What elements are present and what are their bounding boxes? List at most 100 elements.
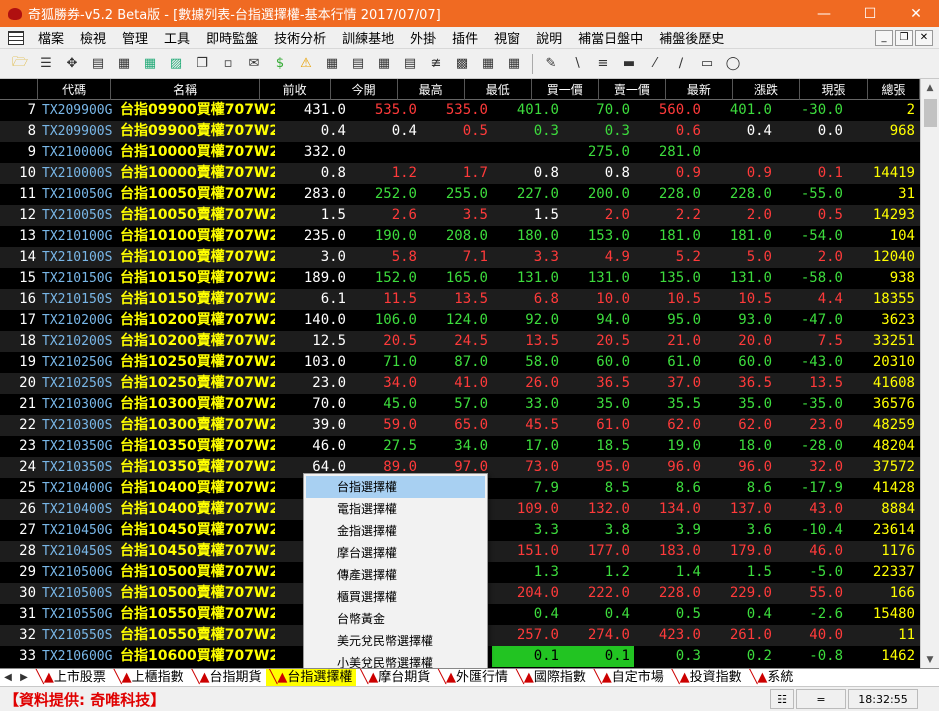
table-row[interactable]: 11 TX210050G 台指10050買權707W2 283.0 252.0 255.0…: [0, 184, 920, 205]
line-width-icon[interactable]: ▬: [619, 55, 639, 73]
market-tab[interactable]: ╲▲國際指數: [512, 669, 590, 687]
menu-item[interactable]: 補盤後歷史: [651, 28, 732, 47]
tab-scroll-left-icon[interactable]: ◀: [0, 672, 16, 683]
move-icon[interactable]: ✥: [62, 55, 82, 73]
popup-menu-item[interactable]: 摩台選擇權: [304, 542, 487, 564]
document-icon[interactable]: ▫: [218, 55, 238, 73]
column-header[interactable]: 買一價: [532, 79, 599, 100]
chart-icon[interactable]: ▦: [140, 55, 160, 73]
rect-icon[interactable]: ▭: [697, 55, 717, 73]
column-header[interactable]: 最低: [465, 79, 532, 100]
market-tab[interactable]: ╲▲自定市場: [590, 669, 668, 687]
column-header[interactable]: 前收: [260, 79, 331, 100]
table-row[interactable]: 23 TX210350G 台指10350買權707W2 46.0 27.5 34.0 17.…: [0, 436, 920, 457]
menu-item[interactable]: 即時監盤: [198, 28, 266, 47]
grid-icon[interactable]: ▦: [504, 55, 524, 73]
line-style-icon[interactable]: ∖: [567, 55, 587, 73]
table-row[interactable]: 10 TX210000S 台指10000賣權707W2 0.8 1.2 1.7 0.8 0.8…: [0, 163, 920, 184]
menu-item[interactable]: 插件: [444, 28, 486, 47]
market-tab[interactable]: ╲▲外匯行情: [434, 669, 512, 687]
market-tab[interactable]: ╲▲上市股票: [32, 669, 110, 687]
menu-item[interactable]: 視窗: [486, 28, 528, 47]
table-row[interactable]: 8 TX209900S 台指09900賣權707W2 0.4 0.4 0.5 0.3 0.3 0…: [0, 121, 920, 142]
market-tab[interactable]: ╲▲摩台期貨: [356, 669, 434, 687]
copy-icon[interactable]: ❐: [192, 55, 212, 73]
mdi-restore-icon[interactable]: ❐: [895, 29, 913, 46]
trend-icon[interactable]: ≇: [426, 55, 446, 73]
column-header[interactable]: 漲跌: [733, 79, 800, 100]
scroll-thumb[interactable]: [924, 99, 937, 127]
scroll-down-icon[interactable]: ▼: [921, 651, 939, 668]
open-folder-icon[interactable]: 🗁: [10, 55, 30, 73]
mail-icon[interactable]: ✉: [244, 55, 264, 73]
market-tab[interactable]: ╲▲系統: [746, 669, 798, 687]
grid-dropdown-icon[interactable]: ▦: [114, 55, 134, 73]
column-header[interactable]: 名稱: [111, 79, 260, 100]
column-header[interactable]: 最新: [666, 79, 733, 100]
table-row[interactable]: 18 TX210200S 台指10200賣權707W2 12.5 20.5 24.5 13.…: [0, 331, 920, 352]
column-header[interactable]: 代碼: [38, 79, 112, 100]
list-icon[interactable]: ☰: [36, 55, 56, 73]
column-header[interactable]: 現張: [800, 79, 869, 100]
table-row[interactable]: 7 TX209900G 台指09900買權707W2 431.0 535.0 535.0 4…: [0, 100, 920, 121]
display-icon[interactable]: ▩: [452, 55, 472, 73]
mdi-minimize-icon[interactable]: _: [875, 29, 893, 46]
menu-item[interactable]: 外掛: [402, 28, 444, 47]
menu-item[interactable]: 管理: [114, 28, 156, 47]
table-row[interactable]: 16 TX210150S 台指10150賣權707W2 6.1 11.5 13.5 6.8 1…: [0, 289, 920, 310]
align-icon[interactable]: ≡: [593, 55, 613, 73]
mdi-document-icon[interactable]: [8, 30, 24, 45]
scroll-up-icon[interactable]: ▲: [921, 79, 939, 96]
sheet-icon[interactable]: ▤: [400, 55, 420, 73]
column-header[interactable]: 總張: [868, 79, 920, 100]
menu-item[interactable]: 檢視: [72, 28, 114, 47]
vertical-scrollbar[interactable]: ▲ ▼: [920, 79, 939, 668]
table-row[interactable]: 9 TX210000G 台指10000買權707W2 332.0 275.0 281.0: [0, 142, 920, 163]
menu-item[interactable]: 檔案: [30, 28, 72, 47]
column-header[interactable]: 今開: [331, 79, 398, 100]
popup-menu-item[interactable]: 金指選擇權: [304, 520, 487, 542]
pen-icon[interactable]: ✎: [541, 55, 561, 73]
column-header[interactable]: 賣一價: [599, 79, 666, 100]
popup-menu-item[interactable]: 美元兌民幣選擇權: [304, 630, 487, 652]
market-tab[interactable]: ╲▲台指選擇權: [265, 668, 357, 687]
window-icon[interactable]: ▤: [88, 55, 108, 73]
menu-item[interactable]: 說明: [528, 28, 570, 47]
market-tab[interactable]: ╲▲台指期貨: [188, 669, 266, 687]
market-tab[interactable]: ╲▲投資指數: [668, 669, 746, 687]
table-row[interactable]: 13 TX210100G 台指10100買權707W2 235.0 190.0 208.0…: [0, 226, 920, 247]
hatch-icon[interactable]: ⁄: [645, 55, 665, 73]
layout-icon[interactable]: ▦: [478, 55, 498, 73]
table-icon[interactable]: ▦: [322, 55, 342, 73]
chart-alt-icon[interactable]: ▨: [166, 55, 186, 73]
table-row[interactable]: 12 TX210050S 台指10050賣權707W2 1.5 2.6 3.5 1.5 2.0…: [0, 205, 920, 226]
table-row[interactable]: 19 TX210250G 台指10250買權707W2 103.0 71.0 87.0 58…: [0, 352, 920, 373]
popup-menu-item[interactable]: 傳產選擇權: [304, 564, 487, 586]
tab-scroll-right-icon[interactable]: ▶: [16, 672, 32, 683]
panel-icon[interactable]: ▦: [374, 55, 394, 73]
table-row[interactable]: 14 TX210100S 台指10100賣權707W2 3.0 5.8 7.1 3.3 4.9…: [0, 247, 920, 268]
mdi-close-icon[interactable]: ✕: [915, 29, 933, 46]
maximize-icon[interactable]: ☐: [847, 0, 893, 27]
table-row[interactable]: 17 TX210200G 台指10200買權707W2 140.0 106.0 124.0…: [0, 310, 920, 331]
warning-icon[interactable]: ⚠: [296, 55, 316, 73]
circle-icon[interactable]: ◯: [723, 55, 743, 73]
popup-menu-item[interactable]: 櫃買選擇權: [304, 586, 487, 608]
popup-menu-item[interactable]: 台指選擇權: [306, 476, 485, 498]
table-row[interactable]: 21 TX210300G 台指10300買權707W2 70.0 45.0 57.0 33.…: [0, 394, 920, 415]
market-tab[interactable]: ╲▲上櫃指數: [110, 669, 188, 687]
line-chart-icon[interactable]: ▤: [348, 55, 368, 73]
menu-item[interactable]: 工具: [156, 28, 198, 47]
menu-item[interactable]: 技術分析: [266, 28, 334, 47]
popup-menu-item[interactable]: 台幣黃金: [304, 608, 487, 630]
menu-item[interactable]: 補當日盤中: [570, 28, 651, 47]
popup-menu-item[interactable]: 電指選擇權: [304, 498, 487, 520]
minimize-icon[interactable]: —: [801, 0, 847, 27]
table-row[interactable]: 20 TX210250S 台指10250賣權707W2 23.0 34.0 41.0 26.…: [0, 373, 920, 394]
close-icon[interactable]: ✕: [893, 0, 939, 27]
column-header[interactable]: 最高: [398, 79, 465, 100]
table-row[interactable]: 22 TX210300S 台指10300賣權707W2 39.0 59.0 65.0 45.…: [0, 415, 920, 436]
slash-icon[interactable]: ∕: [671, 55, 691, 73]
money-icon[interactable]: $: [270, 55, 290, 73]
table-row[interactable]: 15 TX210150G 台指10150買權707W2 189.0 152.0 165.0…: [0, 268, 920, 289]
